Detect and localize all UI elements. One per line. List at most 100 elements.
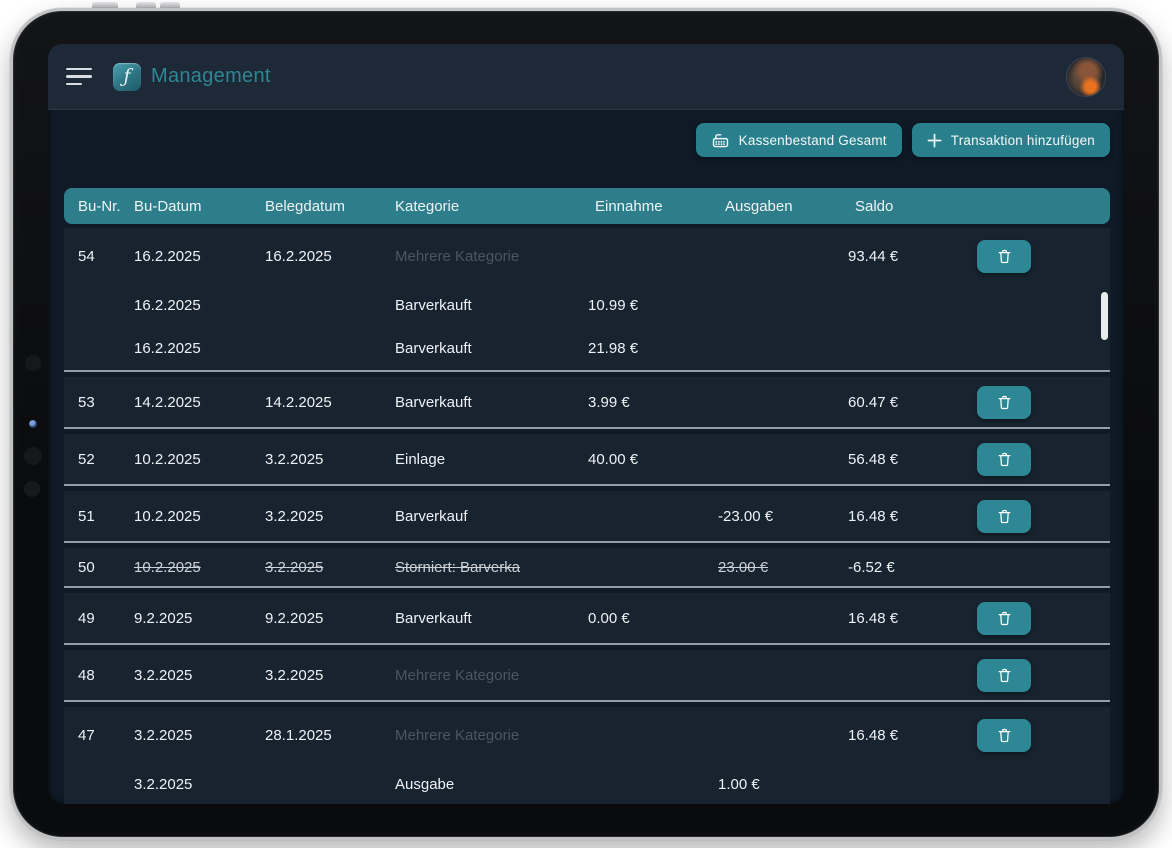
cell-bu-datum: 16.2.2025 [134,248,265,265]
column-header-bu-nr: Bu-Nr. [78,198,134,215]
cell-bu-nr: 47 [78,727,134,744]
cell-kategorie: Einlage [395,451,588,468]
cell-belegdatum: 3.2.2025 [265,508,395,525]
cell-bu-nr: 51 [78,508,134,525]
column-header-belegdatum: Belegdatum [265,198,395,215]
cell-belegdatum: 9.2.2025 [265,610,395,627]
table-row[interactable]: 51 10.2.2025 3.2.2025 Barverkauf -23.00 … [64,491,1110,543]
column-header-ausgaben: Ausgaben [718,198,848,215]
cash-balance-button-label: Kassenbestand Gesamt [739,133,887,148]
cell-saldo: 16.48 € [848,610,977,627]
cell-einnahme: 21.98 € [588,340,718,357]
trash-icon [996,393,1013,412]
app-logo-glyph: ƒ [123,67,130,86]
transactions-table: Bu-Nr. Bu-Datum Belegdatum Kategorie Ein… [64,188,1110,804]
ambient-sensor-icon [24,481,40,497]
cell-bu-datum: 16.2.2025 [134,340,265,357]
add-transaction-button[interactable]: Transaktion hinzufügen [912,123,1110,157]
cash-register-icon [711,132,730,149]
cell-ausgaben: -23.00 € [718,508,848,525]
cell-kategorie: Storniert: Barverka [395,559,588,576]
cell-kategorie: Barverkauft [395,610,588,627]
cell-bu-datum: 9.2.2025 [134,610,265,627]
trash-icon [996,247,1013,266]
front-camera-icon [29,420,37,428]
cell-einnahme: 40.00 € [588,451,718,468]
delete-button[interactable] [977,443,1031,476]
cell-bu-datum: 10.2.2025 [134,559,265,576]
cell-bu-datum: 3.2.2025 [134,776,265,793]
cell-bu-nr: 53 [78,394,134,411]
cell-bu-datum: 10.2.2025 [134,508,265,525]
cell-bu-nr: 52 [78,451,134,468]
cash-balance-button[interactable]: Kassenbestand Gesamt [696,123,902,157]
cell-einnahme: 0.00 € [588,610,718,627]
table-row[interactable]: 48 3.2.2025 3.2.2025 Mehrere Kategorie [64,650,1110,702]
cell-kategorie: Mehrere Kategorie [395,727,588,744]
cell-einnahme: 3.99 € [588,394,718,411]
trash-icon [996,507,1013,526]
column-header-kategorie: Kategorie [395,198,588,215]
table-subrow: 3.2.2025 Ausgabe 1.00 € [64,763,1110,804]
cell-saldo: -6.52 € [848,559,977,576]
delete-button[interactable] [977,386,1031,419]
cell-kategorie: Mehrere Kategorie [395,248,588,265]
face-sensor-icon [25,355,41,371]
table-row[interactable]: 53 14.2.2025 14.2.2025 Barverkauft 3.99 … [64,377,1110,429]
cell-bu-datum: 3.2.2025 [134,727,265,744]
column-header-bu-datum: Bu-Datum [134,198,265,215]
trash-icon [996,666,1013,685]
cell-bu-datum: 3.2.2025 [134,667,265,684]
cell-belegdatum: 16.2.2025 [265,248,395,265]
cell-kategorie: Mehrere Kategorie [395,667,588,684]
cell-ausgaben: 1.00 € [718,776,848,793]
cell-belegdatum: 3.2.2025 [265,451,395,468]
cell-kategorie: Barverkauf [395,508,588,525]
cell-belegdatum: 3.2.2025 [265,667,395,684]
app-logo-icon: ƒ [113,63,141,91]
cell-saldo: 16.48 € [848,508,977,525]
cell-bu-nr: 54 [78,248,134,265]
cell-saldo: 93.44 € [848,248,977,265]
table-row[interactable]: 49 9.2.2025 9.2.2025 Barverkauft 0.00 € … [64,593,1110,645]
add-transaction-button-label: Transaktion hinzufügen [951,133,1095,148]
cell-kategorie: Barverkauft [395,394,588,411]
table-row[interactable]: 47 3.2.2025 28.1.2025 Mehrere Kategorie … [64,707,1110,804]
cell-kategorie: Barverkauft [395,340,588,357]
table-subrow: 16.2.2025 Barverkauft 10.99 € [64,284,1110,327]
column-header-saldo: Saldo [848,198,977,215]
table-row[interactable]: 54 16.2.2025 16.2.2025 Mehrere Kategorie… [64,228,1110,372]
cell-kategorie: Ausgabe [395,776,588,793]
delete-button[interactable] [977,500,1031,533]
toolbar: Kassenbestand Gesamt Transaktion hinzufü… [696,123,1110,157]
cell-saldo: 56.48 € [848,451,977,468]
trash-icon [996,450,1013,469]
cell-einnahme: 10.99 € [588,297,718,314]
tablet-frame: ƒ Management Kassenbestand Gesamt [10,8,1162,840]
app-screen: ƒ Management Kassenbestand Gesamt [48,44,1124,804]
app-title: Management [151,65,271,88]
scrollbar-thumb[interactable] [1101,292,1108,340]
delete-button[interactable] [977,602,1031,635]
cell-bu-datum: 16.2.2025 [134,297,265,314]
delete-button[interactable] [977,659,1031,692]
cell-bu-nr: 49 [78,610,134,627]
camera-sensor-icon [24,447,42,465]
table-row-cancelled[interactable]: 50 10.2.2025 3.2.2025 Storniert: Barverk… [64,548,1110,588]
cell-belegdatum: 14.2.2025 [265,394,395,411]
app-bar: ƒ Management [48,44,1124,110]
cell-bu-datum: 10.2.2025 [134,451,265,468]
trash-icon [996,726,1013,745]
cell-kategorie: Barverkauft [395,297,588,314]
cell-bu-nr: 48 [78,667,134,684]
user-avatar[interactable] [1066,57,1106,97]
cell-bu-datum: 14.2.2025 [134,394,265,411]
column-header-einnahme: Einnahme [588,198,718,215]
cell-bu-nr: 50 [78,559,134,576]
delete-button[interactable] [977,240,1031,273]
delete-button[interactable] [977,719,1031,752]
hamburger-menu-icon[interactable] [66,68,92,86]
table-subrow: 16.2.2025 Barverkauft 21.98 € [64,327,1110,370]
trash-icon [996,609,1013,628]
table-row[interactable]: 52 10.2.2025 3.2.2025 Einlage 40.00 € 56… [64,434,1110,486]
